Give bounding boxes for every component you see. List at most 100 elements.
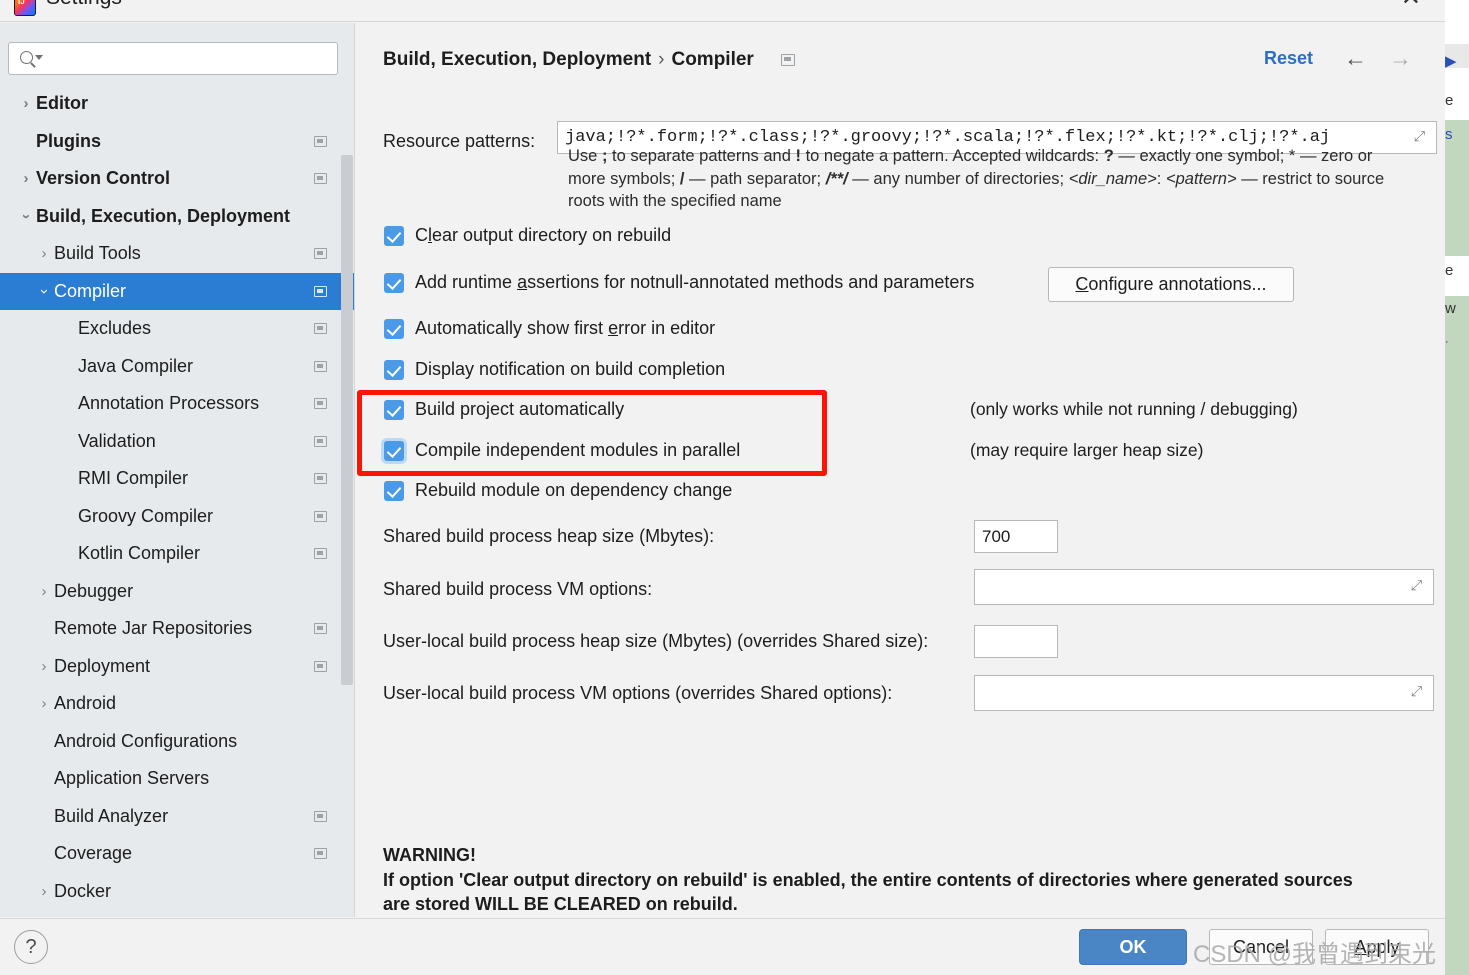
sidebar-item-scope-badge[interactable] [314, 660, 327, 672]
configure-annotations-button[interactable]: Configure annotations... [1048, 267, 1294, 302]
checkbox-auto-show-first-error[interactable]: Automatically show first error in editor [384, 318, 715, 339]
sidebar-item-build-analyzer[interactable]: Build Analyzer [0, 798, 354, 836]
checkbox-add-runtime-assertions[interactable]: Add runtime assertions for notnull-annot… [384, 272, 974, 293]
warning-line-1: If option 'Clear output directory on reb… [383, 869, 1353, 890]
sidebar-item-docker[interactable]: › Docker [0, 873, 354, 911]
sidebar-item-label: Debugger [54, 580, 134, 601]
checkbox-box[interactable] [384, 480, 404, 501]
checkbox-box[interactable] [384, 440, 404, 461]
sidebar-item-kotlin-compiler[interactable]: Kotlin Compiler [0, 535, 354, 573]
sidebar-item-scope-badge[interactable] [314, 323, 327, 334]
sidebar-item-label: Groovy Compiler [78, 505, 214, 526]
sidebar-item-scope-badge[interactable] [314, 285, 327, 297]
checkbox-clear-output-directory[interactable]: Clear output directory on rebuild [384, 225, 671, 246]
sidebar-item-android-configurations[interactable]: Android Configurations [0, 723, 354, 761]
apply-button[interactable]: Apply [1325, 929, 1429, 965]
warning-block: WARNING! If option 'Clear output directo… [383, 843, 1418, 917]
sidebar-item-scope-badge[interactable] [314, 248, 327, 259]
sidebar-item-label: Kotlin Compiler [78, 543, 201, 564]
sidebar-item-scope-badge[interactable] [314, 848, 327, 859]
chevron-down-icon [35, 55, 43, 60]
sidebar-item-scope-badge[interactable] [314, 173, 327, 184]
sidebar-item-scope-badge[interactable] [314, 623, 327, 634]
sidebar-item-validation[interactable]: Validation [0, 423, 354, 461]
bg-text-fragment: s [1445, 126, 1453, 143]
bg-text-fragment: · [1445, 336, 1449, 348]
sidebar-item-editor[interactable]: › Editor [0, 85, 354, 123]
apply-label: Apply [1354, 936, 1400, 957]
sidebar-scrollbar[interactable] [341, 155, 353, 685]
checkbox-rebuild-module-on-dependency-change[interactable]: Rebuild module on dependency change [384, 480, 732, 501]
checkbox-box[interactable] [384, 359, 404, 380]
breadcrumb-scope-badge[interactable] [781, 54, 795, 66]
sidebar-item-scope-badge[interactable] [314, 398, 327, 409]
sidebar-item-scope-badge[interactable] [314, 360, 327, 372]
user-local-vm-options-input[interactable]: ⤢ [974, 675, 1434, 711]
chevron-right-icon[interactable]: › [34, 235, 54, 273]
sidebar-item-rmi-compiler[interactable]: RMI Compiler [0, 460, 354, 498]
sidebar-item-label: Build, Execution, Deployment [36, 205, 291, 226]
checkbox-box[interactable] [384, 318, 404, 339]
bg-chunk [1445, 0, 1469, 44]
sidebar-item-plugins[interactable]: Plugins [0, 123, 354, 161]
sidebar-item-scope-badge[interactable] [314, 435, 327, 447]
checkbox-label: Clear output directory on rebuild [415, 225, 672, 245]
sidebar-item-label: Build Tools [54, 243, 141, 264]
chevron-down-icon[interactable]: › [34, 273, 54, 311]
breadcrumb-parent[interactable]: Build, Execution, Deployment [383, 49, 651, 70]
checkbox-display-notification[interactable]: Display notification on build completion [384, 359, 725, 380]
chevron-right-icon[interactable]: › [34, 873, 54, 911]
help-icon[interactable]: ? [14, 930, 48, 964]
checkbox-compile-independent-modules-parallel[interactable]: Compile independent modules in parallel [384, 440, 740, 461]
sidebar-item-excludes[interactable]: Excludes [0, 310, 354, 348]
shared-heap-size-input[interactable]: 700 [974, 520, 1058, 553]
sidebar-item-build-tools[interactable]: › Build Tools [0, 235, 354, 273]
back-arrow-icon[interactable]: ← [1344, 47, 1367, 70]
sidebar-item-application-servers[interactable]: Application Servers [0, 760, 354, 798]
expand-icon[interactable]: ⤢ [1414, 130, 1429, 145]
sidebar-item-label: Editor [36, 93, 88, 114]
sidebar-item-scope-badge[interactable] [314, 135, 327, 147]
chevron-down-icon[interactable]: › [16, 198, 36, 236]
checkbox-box[interactable] [384, 399, 404, 420]
ok-button[interactable]: OK [1079, 929, 1187, 965]
sidebar-item-deployment[interactable]: › Deployment [0, 648, 354, 686]
expand-icon[interactable]: ⤢ [1411, 685, 1426, 701]
sidebar-item-debugger[interactable]: › Debugger [0, 573, 354, 611]
sidebar-item-build-execution-deployment[interactable]: › Build, Execution, Deployment [0, 198, 354, 236]
user-local-heap-size-input[interactable] [974, 625, 1058, 658]
sidebar-item-compiler[interactable]: › Compiler [0, 272, 354, 311]
note-parallel-heap: (may require larger heap size) [970, 440, 1204, 460]
chevron-right-icon[interactable]: › [16, 160, 36, 198]
checkbox-box[interactable] [384, 272, 404, 293]
checkbox-box[interactable] [384, 225, 404, 246]
reset-link[interactable]: Reset [1264, 48, 1313, 69]
chevron-right-icon[interactable]: › [34, 648, 54, 686]
checkbox-build-project-automatically[interactable]: Build project automatically [384, 399, 624, 420]
sidebar-item-annotation-processors[interactable]: Annotation Processors [0, 385, 354, 423]
sidebar-item-android[interactable]: › Android [0, 685, 354, 723]
close-icon[interactable]: ✕ [1401, 0, 1421, 10]
sidebar-item-scope-badge[interactable] [314, 510, 327, 522]
shared-vm-options-input[interactable]: ⤢ [974, 569, 1434, 605]
sidebar-item-scope-badge[interactable] [314, 473, 327, 484]
breadcrumb: Build, Execution, Deployment › Compiler [383, 49, 754, 71]
bg-text-fragment: ▶ [1445, 53, 1457, 70]
sidebar-item-scope-badge[interactable] [314, 548, 327, 559]
cancel-button[interactable]: Cancel [1209, 929, 1313, 965]
search-input[interactable] [8, 42, 338, 75]
forward-arrow-icon[interactable]: → [1389, 47, 1412, 70]
sidebar-item-remote-jar-repositories[interactable]: Remote Jar Repositories [0, 610, 354, 648]
sidebar-item-groovy-compiler[interactable]: Groovy Compiler [0, 498, 354, 536]
sidebar-item-java-compiler[interactable]: Java Compiler [0, 348, 354, 386]
expand-icon[interactable]: ⤢ [1411, 579, 1426, 595]
sidebar-item-coverage[interactable]: Coverage [0, 835, 354, 873]
checkbox-label: Automatically show first error in editor [415, 318, 716, 338]
chevron-right-icon[interactable]: › [16, 85, 36, 123]
chevron-right-icon[interactable]: › [34, 685, 54, 723]
chevron-right-icon[interactable]: › [34, 573, 54, 611]
sidebar-item-scope-badge[interactable] [314, 810, 327, 822]
sidebar-item-version-control[interactable]: › Version Control [0, 160, 354, 198]
